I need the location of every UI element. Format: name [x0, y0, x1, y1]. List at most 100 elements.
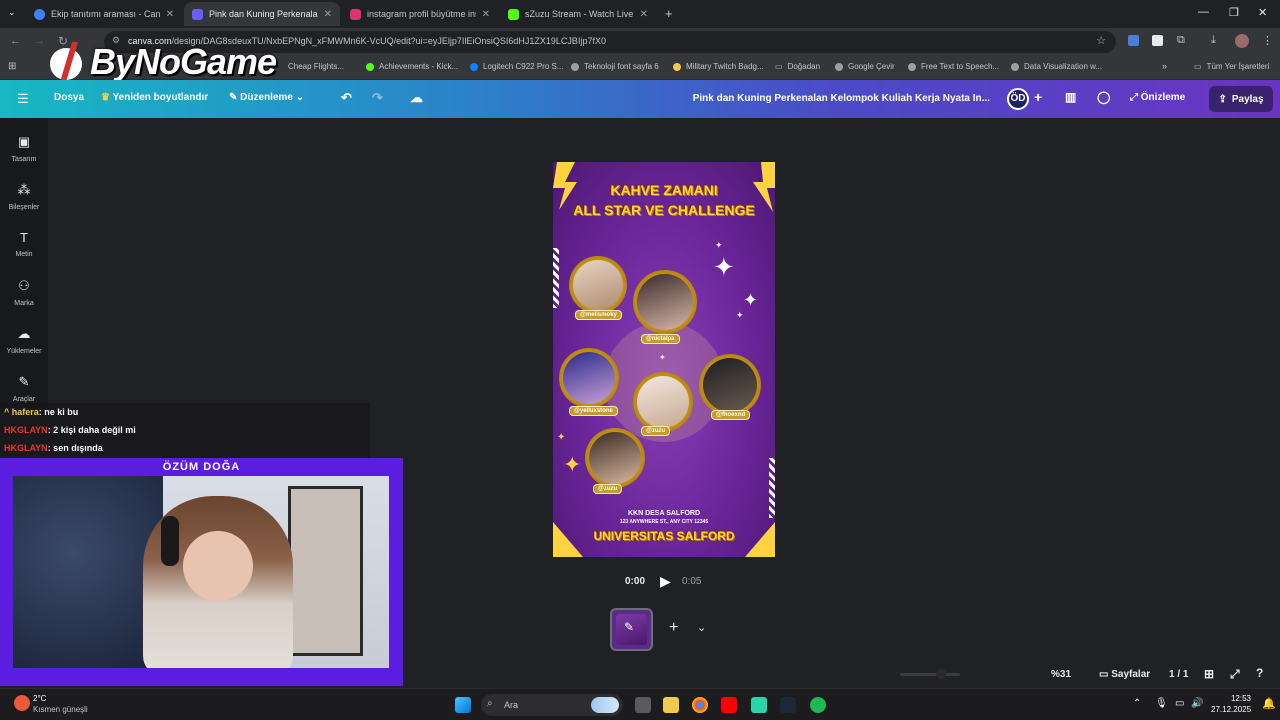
- text-t-icon: T: [20, 230, 28, 245]
- bookmark-google-cevir[interactable]: Google Çevir: [835, 62, 895, 71]
- tray-chevron-up-icon[interactable]: ⌃: [1133, 698, 1141, 709]
- notifications-bell-icon[interactable]: 🔔: [1262, 697, 1276, 710]
- zoom-slider-handle[interactable]: [936, 669, 946, 679]
- kick-bookmark-icon: [366, 62, 374, 71]
- bynogame-emblem-icon: [50, 42, 82, 82]
- cloud-saved-icon[interactable]: ☁: [410, 90, 423, 106]
- bookmark-star-icon[interactable]: ☆: [1096, 34, 1106, 47]
- close-window-icon[interactable]: ✕: [1258, 6, 1267, 19]
- tab-canva-search[interactable]: Ekip tanıtımı araması - Canva ✕: [26, 2, 182, 26]
- pages-icon: ▭: [1099, 669, 1112, 680]
- badge-bookmark-icon: [673, 62, 681, 71]
- network-icon[interactable]: ▭: [1175, 698, 1184, 709]
- sidebar-item-design[interactable]: ▣ Tasarım: [0, 134, 48, 163]
- weather-icon[interactable]: [14, 695, 30, 711]
- clock-date[interactable]: 27.12.2025: [1211, 705, 1251, 714]
- redo-icon[interactable]: ↷: [372, 90, 383, 106]
- bookmark-achievements[interactable]: Achievements - Kick...: [366, 62, 458, 71]
- taskbar-search[interactable]: ⌕ Ara: [481, 694, 623, 716]
- help-icon[interactable]: ?: [1256, 666, 1263, 680]
- pages-chevron-down-icon[interactable]: ⌄: [697, 621, 706, 634]
- tab-instagram[interactable]: instagram profil büyütme insta ✕: [342, 2, 498, 26]
- comment-icon[interactable]: ◯: [1097, 90, 1110, 104]
- member-handle: @zuzu: [593, 484, 623, 494]
- fullscreen-icon[interactable]: ⤢: [1230, 667, 1240, 682]
- document-title[interactable]: Pink dan Kuning Perkenalan Kelompok Kuli…: [693, 93, 990, 104]
- tab-canva-design[interactable]: Pink dan Kuning Perkenalan Ke ✕: [184, 2, 340, 26]
- browser-menu-icon[interactable]: ⋮: [1262, 34, 1273, 47]
- chat-text: : ne ki bu: [38, 407, 79, 417]
- bookmark-free-tts[interactable]: Free Text to Speech...: [908, 62, 999, 71]
- windows-start-icon[interactable]: [455, 697, 471, 713]
- file-menu-button[interactable]: Dosya: [54, 92, 84, 103]
- bookmark-data-viz[interactable]: Data Visualization w...: [1011, 62, 1102, 71]
- edit-mode-button[interactable]: ✎ Düzenleme ⌄: [229, 92, 304, 103]
- back-icon[interactable]: ←: [10, 35, 21, 47]
- resize-button[interactable]: ♛ Yeniden boyutlandır: [101, 92, 208, 103]
- volume-icon[interactable]: 🔊: [1191, 698, 1203, 709]
- steam-icon[interactable]: [780, 697, 796, 713]
- crown-icon: ♛: [101, 92, 113, 103]
- bookmark-logitech[interactable]: Logitech C922 Pro S...: [470, 62, 564, 71]
- poster-design-page[interactable]: KAHVE ZAMANI ALL STAR VE CHALLENGE ✦ ✦ ✦…: [553, 162, 775, 557]
- microphone-icon[interactable]: 🎙: [1155, 698, 1168, 709]
- share-button[interactable]: ⇪ Paylaş: [1209, 86, 1273, 112]
- pages-button[interactable]: ▭ Sayfalar: [1099, 669, 1150, 680]
- sidebar-item-brand[interactable]: ⚇ Marka: [0, 278, 48, 307]
- chrome-icon[interactable]: [692, 697, 708, 713]
- spotify-icon[interactable]: [810, 697, 826, 713]
- more-bookmarks-icon[interactable]: »: [1162, 61, 1167, 71]
- file-explorer-icon[interactable]: [663, 697, 679, 713]
- zoom-level[interactable]: %31: [1051, 669, 1071, 680]
- bookmark-label: Achievements - Kick...: [379, 62, 459, 71]
- zoom-slider-track[interactable]: [900, 673, 960, 676]
- play-icon[interactable]: ▶: [660, 573, 671, 590]
- grid-view-icon[interactable]: ⊞: [1204, 667, 1214, 681]
- tab-search-chevron-icon[interactable]: ⌄: [8, 7, 16, 18]
- add-page-plus-icon[interactable]: +: [669, 619, 678, 637]
- bookmark-teknoloji[interactable]: Teknoloji font sayfa 6: [571, 62, 659, 71]
- restore-icon[interactable]: ❐: [1229, 6, 1239, 19]
- profile-avatar[interactable]: [1235, 34, 1249, 48]
- minimize-icon[interactable]: —: [1198, 6, 1209, 18]
- page-thumbnail[interactable]: ✎: [610, 608, 653, 651]
- hamburger-menu-icon[interactable]: ☰: [17, 91, 29, 107]
- tab-kick-stream[interactable]: sZuzu Stream - Watch Live on ✕: [500, 2, 656, 26]
- bookmark-cheap-flights[interactable]: Cheap Flights...: [288, 62, 344, 71]
- extensions-puzzle-icon[interactable]: ⧉: [1177, 34, 1185, 47]
- task-view-icon[interactable]: [635, 697, 651, 713]
- sidebar-item-text[interactable]: T Metin: [0, 230, 48, 258]
- browser-tab-strip: ⌄ Ekip tanıtımı araması - Canva ✕ Pink d…: [0, 0, 1280, 28]
- sidebar-item-uploads[interactable]: ☁ Yüklemeler: [0, 326, 48, 355]
- translate-extension-icon[interactable]: [1128, 35, 1139, 46]
- bookmark-dogadan[interactable]: ▭ Doğadan: [775, 62, 820, 71]
- apps-grid-icon[interactable]: ⊞: [8, 61, 16, 72]
- bookmark-label: Military Twitch Badg...: [686, 62, 764, 71]
- member-handle: @yelluxstone: [569, 406, 618, 416]
- new-tab-plus-icon[interactable]: +: [665, 6, 673, 21]
- close-tab-icon[interactable]: ✕: [166, 9, 174, 20]
- app-icon[interactable]: [751, 697, 767, 713]
- preview-button[interactable]: ⤢ Önizleme: [1130, 92, 1185, 103]
- analytics-chart-icon[interactable]: ▥: [1065, 90, 1076, 104]
- sidebar-item-tools[interactable]: ✎ Araçlar: [0, 374, 48, 403]
- clock-time[interactable]: 12:53: [1223, 694, 1251, 703]
- user-avatar[interactable]: ÖD: [1007, 88, 1029, 110]
- poster-title-line2: ALL STAR VE CHALLENGE: [573, 202, 755, 218]
- extension-icon[interactable]: [1152, 35, 1163, 46]
- close-tab-icon[interactable]: ✕: [324, 9, 332, 20]
- youtube-icon[interactable]: [721, 697, 737, 713]
- close-tab-icon[interactable]: ✕: [640, 9, 648, 20]
- forward-icon[interactable]: →: [34, 35, 45, 47]
- bynogame-watermark-logo: ByNoGame: [46, 40, 277, 84]
- add-collaborator-icon[interactable]: +: [1034, 89, 1042, 105]
- bookmark-military-twitch[interactable]: Military Twitch Badg...: [673, 62, 764, 71]
- member-photo-6: [585, 428, 645, 488]
- sidebar-item-elements[interactable]: ⁂ Bileşenler: [0, 182, 48, 211]
- download-icon[interactable]: ⤓: [1211, 34, 1216, 47]
- weather-desc: Kısmen güneşli: [33, 705, 88, 714]
- thumbnail-edit-icon: ✎: [624, 620, 635, 634]
- close-tab-icon[interactable]: ✕: [482, 9, 490, 20]
- bookmark-all[interactable]: ▭ Tüm Yer İşaretleri: [1194, 62, 1269, 71]
- undo-icon[interactable]: ↶: [341, 90, 352, 106]
